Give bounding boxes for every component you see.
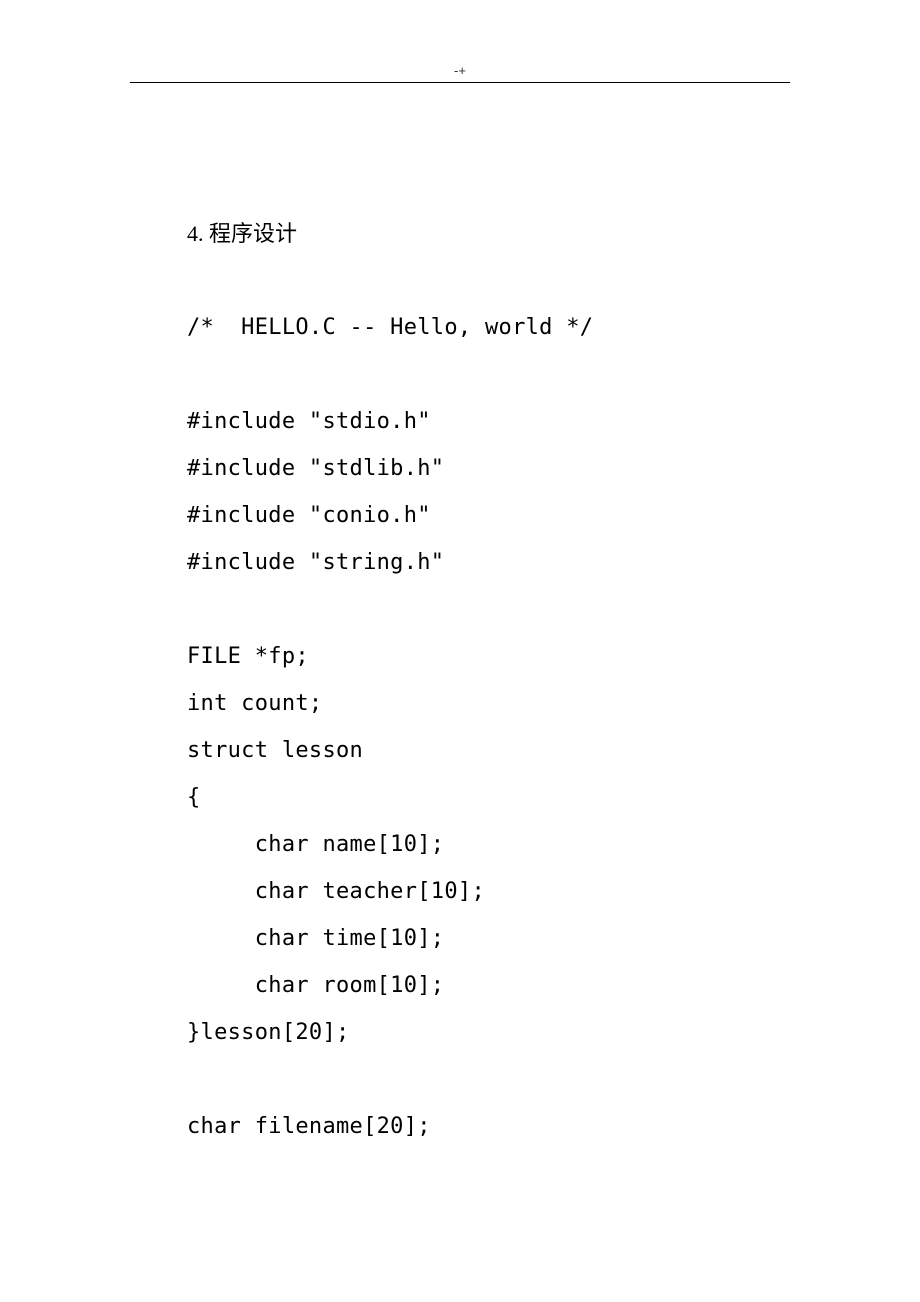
code-line: #include "string.h" bbox=[187, 539, 790, 586]
blank-line bbox=[187, 586, 790, 633]
code-line: char room[10]; bbox=[187, 962, 790, 1009]
code-line: #include "stdio.h" bbox=[187, 398, 790, 445]
code-line: char teacher[10]; bbox=[187, 868, 790, 915]
code-line: struct lesson bbox=[187, 727, 790, 774]
code-line: FILE *fp; bbox=[187, 633, 790, 680]
blank-line bbox=[187, 1056, 790, 1103]
document-content: 4. 程序设计 /* HELLO.C -- Hello, world */ #i… bbox=[187, 210, 790, 1150]
code-line: char name[10]; bbox=[187, 821, 790, 868]
page-header-marker: -+ bbox=[130, 63, 790, 78]
code-line: int count; bbox=[187, 680, 790, 727]
code-line: #include "stdlib.h" bbox=[187, 445, 790, 492]
code-line: { bbox=[187, 774, 790, 821]
code-line: }lesson[20]; bbox=[187, 1009, 790, 1056]
code-line: /* HELLO.C -- Hello, world */ bbox=[187, 304, 790, 351]
section-heading: 4. 程序设计 bbox=[187, 210, 790, 257]
blank-line bbox=[187, 351, 790, 398]
code-line: #include "conio.h" bbox=[187, 492, 790, 539]
header-horizontal-rule bbox=[130, 82, 790, 83]
code-line: char filename[20]; bbox=[187, 1103, 790, 1150]
code-line: char time[10]; bbox=[187, 915, 790, 962]
blank-line bbox=[187, 257, 790, 304]
